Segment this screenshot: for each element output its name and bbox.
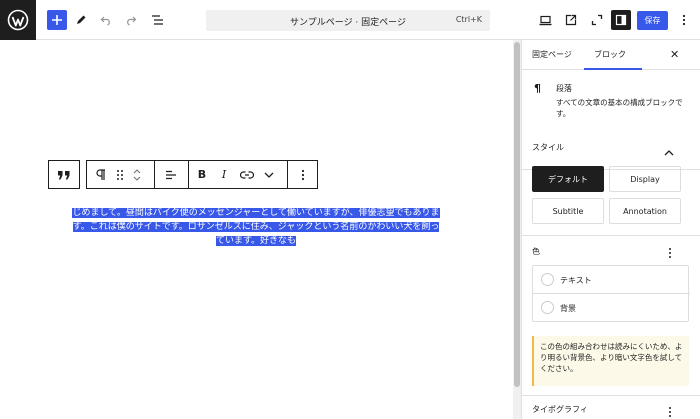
color-text-item[interactable]: テキスト bbox=[533, 266, 690, 294]
list-view-icon[interactable] bbox=[149, 10, 165, 30]
tab-block[interactable]: ブロック bbox=[594, 49, 626, 60]
document-title-bar[interactable]: サンプルページ · 固定ページ Ctrl+K bbox=[206, 10, 490, 31]
move-up-down-icon[interactable] bbox=[130, 161, 144, 188]
link-icon[interactable] bbox=[237, 161, 257, 188]
paragraph-block-icon: ¶ bbox=[534, 82, 541, 95]
style-default-button[interactable]: デフォルト bbox=[532, 166, 604, 192]
text-color-label: テキスト bbox=[560, 276, 592, 285]
color-settings: テキスト 背景 bbox=[532, 265, 690, 322]
redo-icon[interactable] bbox=[123, 10, 139, 30]
divider bbox=[522, 395, 700, 396]
settings-sidebar: 固定ページ ブロック ✕ ¶ 段落 すべての文章の基本の構成ブロックです。 スタ… bbox=[521, 40, 700, 419]
scrollbar-thumb[interactable] bbox=[514, 42, 520, 387]
divider bbox=[522, 235, 700, 236]
document-title: サンプルページ · 固定ページ bbox=[290, 18, 406, 28]
quote-icon[interactable] bbox=[49, 161, 79, 188]
tab-page[interactable]: 固定ページ bbox=[532, 49, 572, 60]
more-options-icon[interactable] bbox=[678, 10, 690, 30]
styles-heading: スタイル bbox=[532, 143, 564, 152]
save-button[interactable]: 保存 bbox=[637, 11, 668, 30]
color-heading: 色 bbox=[532, 247, 540, 256]
style-subtitle-button[interactable]: Subtitle bbox=[532, 198, 604, 224]
bold-icon[interactable]: B bbox=[193, 161, 211, 188]
editor-root: サンプルページ · 固定ページ Ctrl+K 保存 B I じめまして。昼間はバ… bbox=[0, 0, 700, 419]
add-block-button[interactable] bbox=[47, 10, 67, 30]
view-page-icon[interactable] bbox=[563, 10, 579, 30]
chevron-down-icon[interactable] bbox=[260, 161, 278, 188]
text-color-swatch bbox=[541, 273, 554, 286]
fullscreen-icon[interactable] bbox=[589, 10, 605, 30]
typography-heading: タイポグラフィ bbox=[532, 405, 588, 414]
preview-desktop-icon[interactable] bbox=[537, 10, 553, 30]
selected-paragraph-text[interactable]: じめまして。昼間はバイク便のメッセンジャーとして働いていますが、俳優志望でもあり… bbox=[72, 208, 440, 246]
block-toolbar: B I bbox=[86, 160, 318, 189]
sidebar-tabs: 固定ページ ブロック ✕ bbox=[522, 40, 700, 70]
canvas-scrollbar[interactable] bbox=[513, 40, 521, 419]
drag-handle-icon[interactable] bbox=[113, 161, 127, 188]
settings-sidebar-toggle-icon[interactable] bbox=[611, 10, 631, 30]
contrast-warning-notice: この色の組み合わせは読みにくいため、より明るい背景色、より暗い文字色を試してくだ… bbox=[532, 336, 689, 386]
align-icon[interactable] bbox=[160, 161, 182, 188]
color-background-item[interactable]: 背景 bbox=[533, 294, 690, 322]
block-description: すべての文章の基本の構成ブロックです。 bbox=[556, 98, 683, 118]
undo-icon[interactable] bbox=[98, 10, 114, 30]
paragraph-block[interactable]: じめまして。昼間はバイク便のメッセンジャーとして働いていますが、俳優志望でもあり… bbox=[71, 206, 441, 248]
shortcut-hint: Ctrl+K bbox=[455, 15, 482, 24]
background-color-swatch bbox=[541, 301, 554, 314]
paragraph-icon[interactable] bbox=[91, 161, 111, 188]
close-icon[interactable]: ✕ bbox=[670, 48, 679, 61]
chevron-up-icon[interactable] bbox=[664, 141, 674, 160]
block-options-icon[interactable] bbox=[292, 161, 314, 188]
wordpress-logo-icon[interactable] bbox=[0, 0, 36, 40]
style-display-button[interactable]: Display bbox=[609, 166, 681, 192]
italic-icon[interactable]: I bbox=[215, 161, 233, 188]
typography-options-icon[interactable] bbox=[668, 403, 672, 419]
transform-block-button[interactable] bbox=[48, 160, 80, 189]
top-toolbar: サンプルページ · 固定ページ Ctrl+K 保存 bbox=[0, 0, 700, 40]
color-options-icon[interactable] bbox=[668, 244, 672, 263]
background-color-label: 背景 bbox=[560, 304, 576, 313]
style-annotation-button[interactable]: Annotation bbox=[609, 198, 681, 224]
block-name: 段落 bbox=[556, 84, 572, 93]
edit-tool-icon[interactable] bbox=[73, 10, 89, 30]
